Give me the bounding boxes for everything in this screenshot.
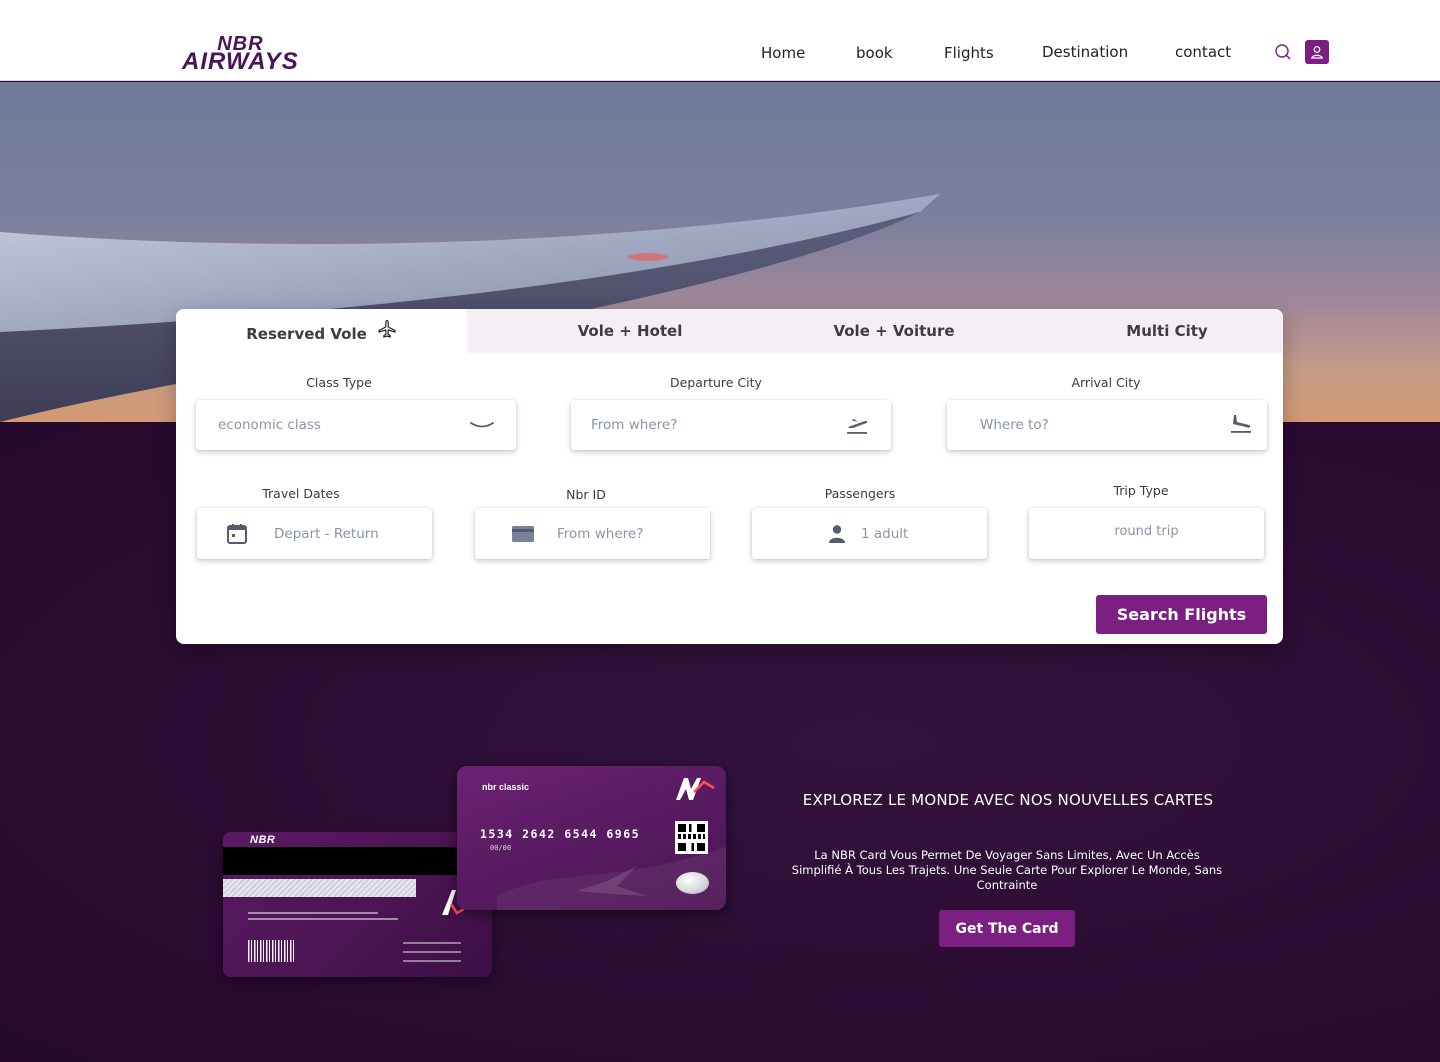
signature-strip [223,879,416,897]
travel-dates-label: Travel Dates [262,486,340,501]
tab-label: Reserved Vole [246,325,367,343]
nav-contact[interactable]: contact [1175,43,1231,61]
site-header: NBR AIRWAYS Home book Flights Destinatio… [0,0,1440,81]
nav-flights[interactable]: Flights [944,44,994,62]
departure-city-placeholder: From where? [591,417,678,433]
card-fine-print [403,942,461,944]
arrival-city-placeholder: Where to? [980,417,1049,433]
card-expiry: 00/00 [490,844,512,852]
card-fine-print [248,918,398,920]
passengers-label: Passengers [824,486,896,501]
tab-multi-city[interactable]: Multi City [1096,309,1238,353]
departure-city-input[interactable]: From where? [571,400,891,450]
logo-line-2: AIRWAYS [182,48,299,75]
arrival-city-input[interactable]: Where to? [947,400,1267,450]
id-card-icon [512,525,534,542]
card-fine-print [248,912,378,914]
magnetic-strip [223,847,492,875]
class-type-select[interactable]: economic class [196,400,516,450]
qr-code [675,821,708,854]
person-icon [829,524,845,543]
card-number: 1534 2642 6544 6965 [480,827,641,841]
nav-destination[interactable]: Destination [1042,43,1128,61]
tab-reserved-vole[interactable]: Reserved Vole [176,309,467,353]
tab-vole-voiture[interactable]: Vole + Voiture [806,309,982,353]
search-icon[interactable] [1274,43,1292,61]
class-type-label: Class Type [306,375,372,390]
search-flights-button[interactable]: Search Flights [1096,595,1267,634]
trip-type-value: round trip [1114,524,1179,539]
trip-type-label: Trip Type [1113,483,1169,498]
get-the-card-button[interactable]: Get The Card [939,910,1075,947]
barcode [248,940,294,962]
tab-label: Multi City [1126,322,1208,340]
promo-title: EXPLOREZ LE MONDE AVEC NOS NOUVELLES CAR… [802,791,1214,809]
airplane-icon [378,319,396,338]
calendar-icon [227,523,247,544]
card-fine-print [403,960,461,962]
passengers-input[interactable]: 1 adult [752,508,987,559]
card-front-image: nbr classic 1534 2642 6544 6965 00/00 [457,766,726,910]
user-button[interactable] [1305,40,1329,64]
card-back-brand: NBR [250,834,276,846]
booking-panel: Reserved Vole Vole + Hotel Vole + Voitur… [176,309,1283,644]
card-logo-icon [676,778,715,800]
passengers-value: 1 adult [861,525,909,542]
tab-vole-hotel[interactable]: Vole + Hotel [548,309,712,353]
chevron-down-icon [470,422,494,428]
trip-type-select[interactable]: round trip [1029,508,1264,559]
brand-logo[interactable]: NBR AIRWAYS [182,34,299,74]
travel-dates-input[interactable]: Depart - Return [197,508,432,559]
nav-home[interactable]: Home [761,44,805,62]
user-icon [1311,46,1323,59]
nbr-id-label: Nbr ID [566,487,606,502]
card-fine-print [403,951,461,953]
departure-city-label: Departure City [670,375,762,390]
card-front-name: nbr classic [482,782,530,792]
promo-description: La NBR Card Vous Permet De Voyager Sans … [791,848,1223,892]
booking-tabs: Reserved Vole Vole + Hotel Vole + Voitur… [176,309,1283,353]
tab-label: Vole + Voiture [833,322,955,340]
nav-book[interactable]: book [856,44,893,62]
nbr-id-input[interactable]: From where? [475,508,710,559]
class-type-value: economic class [218,417,321,433]
landing-icon [1231,415,1251,433]
travel-dates-value: Depart - Return [274,525,379,542]
card-back-image: NBR [223,832,492,977]
tab-label: Vole + Hotel [577,322,683,340]
arrival-city-label: Arrival City [1071,375,1141,390]
nbr-id-placeholder: From where? [557,525,644,542]
takeoff-icon [847,419,868,434]
contactless-chip [676,872,709,894]
